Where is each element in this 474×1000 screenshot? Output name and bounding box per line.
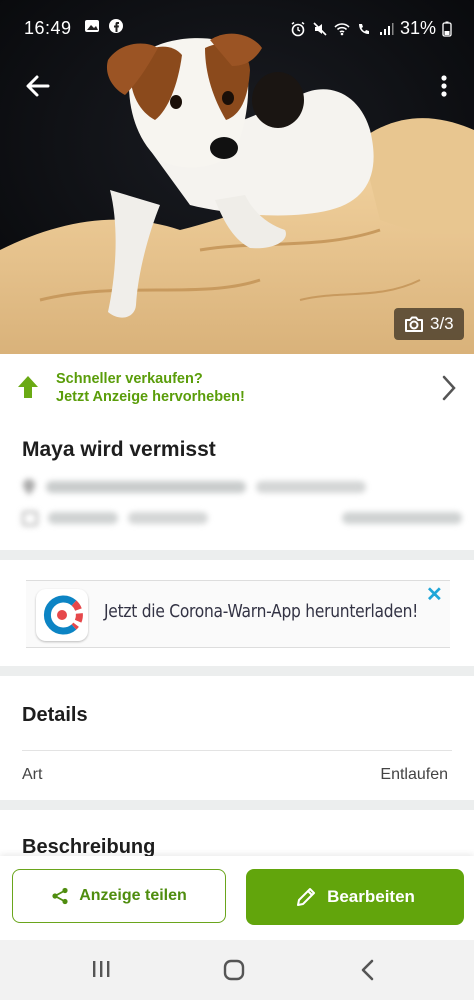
camera-icon (405, 316, 423, 332)
details-divider (22, 750, 452, 751)
recent-apps-icon[interactable] (90, 958, 112, 980)
corona-warn-app-logo-mark (43, 595, 83, 635)
redacted-id-block (342, 512, 462, 524)
wifi-icon (334, 22, 350, 35)
promo-text: Schneller verkaufen? Jetzt Anzeige hervo… (56, 370, 245, 406)
status-right-icons: 31% (290, 18, 452, 39)
date-line-redacted (22, 510, 462, 526)
status-left-icons (84, 18, 124, 34)
wifi-call-icon (358, 23, 369, 34)
promo-line-2: Jetzt Anzeige hervorheben! (56, 389, 245, 405)
home-icon[interactable] (222, 958, 246, 982)
promote-listing-row[interactable]: Schneller verkaufen? Jetzt Anzeige hervo… (0, 354, 474, 420)
alarm-icon (291, 21, 305, 36)
share-icon (52, 887, 68, 905)
status-time: 16:49 (24, 18, 72, 38)
share-listing-button[interactable]: Anzeige teilen (12, 869, 226, 923)
status-bar: 16:49 31% (0, 0, 474, 56)
location-pin-icon (23, 479, 35, 495)
gallery-icon (85, 20, 99, 32)
corona-warn-app-logo (36, 589, 88, 641)
photo-counter[interactable]: 3/3 (394, 308, 464, 340)
more-options-icon[interactable] (432, 70, 456, 102)
signal-icon (379, 22, 394, 35)
mute-icon (313, 21, 327, 36)
listing-header-card: Maya wird vermisst (0, 420, 474, 550)
bottom-action-bar: Anzeige teilen Bearbeiten (0, 856, 474, 940)
edit-listing-button[interactable]: Bearbeiten (246, 869, 464, 925)
detail-row-value: Entlaufen (380, 766, 448, 783)
details-heading: Details (22, 704, 88, 726)
back-arrow-icon[interactable] (22, 70, 54, 102)
facebook-icon (109, 19, 123, 33)
photo-counter-text: 3/3 (430, 314, 454, 333)
close-ad-icon[interactable]: ✕ (426, 582, 443, 607)
promo-line-1: Schneller verkaufen? (56, 371, 203, 387)
banner-text: Jetzt die Corona-Warn-App herunterladen! (104, 601, 419, 622)
corona-warn-app-banner[interactable]: Jetzt die Corona-Warn-App herunterladen! (26, 580, 450, 648)
listing-title: Maya wird vermisst (22, 438, 216, 461)
ad-banner-card: Jetzt die Corona-Warn-App herunterladen! (0, 560, 474, 666)
edit-listing-label: Bearbeiten (327, 887, 415, 906)
location-line-redacted (22, 478, 366, 496)
system-navigation-bar (0, 940, 474, 1000)
detail-row-label: Art (22, 766, 43, 783)
redacted-views-block (128, 512, 208, 524)
details-card: Details Art Entlaufen (0, 676, 474, 800)
battery-percent: 31% (399, 18, 436, 38)
pencil-icon (297, 888, 316, 906)
redacted-address-block (256, 481, 366, 493)
battery-icon (442, 21, 452, 37)
chevron-right-icon (442, 375, 456, 401)
redacted-address-block (46, 481, 246, 493)
share-listing-label: Anzeige teilen (79, 887, 187, 904)
up-arrow-icon (18, 376, 38, 398)
back-nav-icon[interactable] (358, 958, 378, 982)
calendar-icon (22, 511, 38, 526)
redacted-date-block (48, 512, 118, 524)
